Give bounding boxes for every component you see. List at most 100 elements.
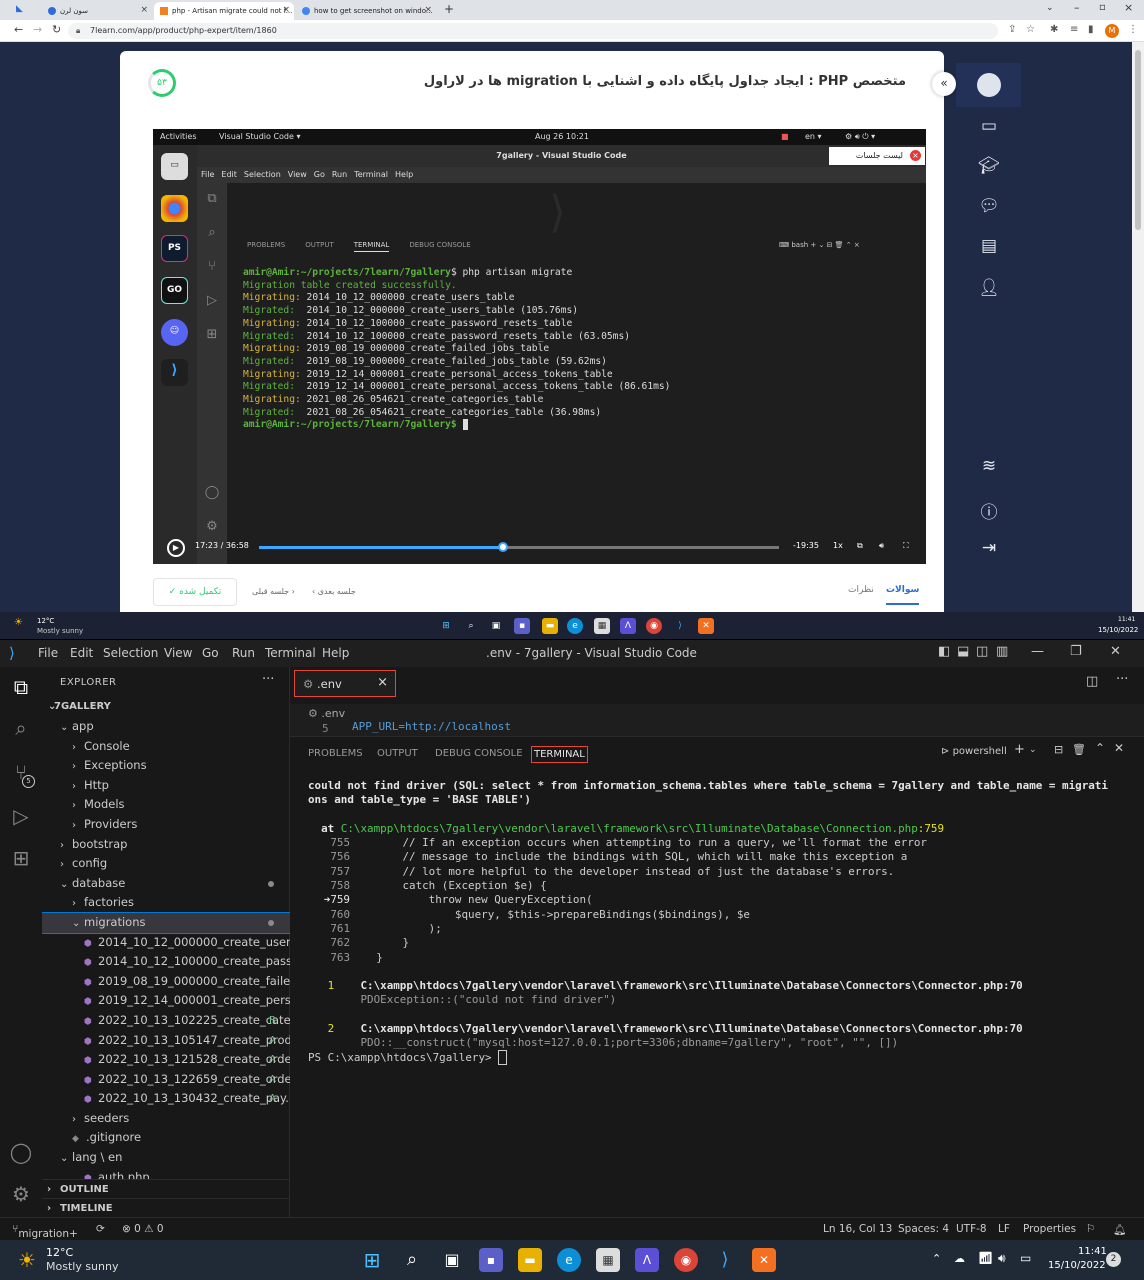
page-scrollbar[interactable] bbox=[1132, 42, 1144, 612]
forward-icon[interactable]: → bbox=[33, 23, 42, 36]
outline-section[interactable]: › OUTLINE bbox=[42, 1179, 290, 1199]
tree-file[interactable]: ⬢ 2022_10_13_122659_create_orde... A bbox=[42, 1070, 290, 1090]
terminal-shell-selector[interactable]: ⊳ powershell bbox=[941, 746, 1007, 757]
video-progress-bar[interactable] bbox=[259, 542, 779, 552]
pip-icon[interactable]: ⧉ bbox=[857, 541, 863, 551]
bookmark-star-icon[interactable]: ☆ bbox=[1026, 24, 1035, 35]
encoding-status[interactable]: UTF-8 bbox=[956, 1223, 987, 1235]
project-root[interactable]: ⌄7GALLERY bbox=[42, 697, 290, 717]
menu-terminal[interactable]: Terminal bbox=[265, 646, 316, 660]
tree-folder[interactable]: › bootstrap bbox=[42, 835, 290, 855]
settings-gear-icon[interactable]: ⚙ bbox=[8, 1181, 34, 1207]
trash-icon[interactable]: 🗑︎ bbox=[1072, 743, 1086, 756]
split-terminal-icon[interactable]: ⊟ bbox=[1054, 743, 1063, 756]
collapse-sidebar-button[interactable]: « bbox=[932, 72, 956, 96]
tab-terminal[interactable]: TERMINAL bbox=[531, 746, 588, 763]
weather-icon[interactable]: ☀ bbox=[18, 1248, 36, 1272]
logout-icon[interactable]: ⇥ bbox=[976, 538, 1002, 564]
tree-folder[interactable]: › Providers bbox=[42, 815, 290, 835]
battery-icon[interactable]: ▭ bbox=[1020, 1251, 1031, 1265]
complete-button[interactable]: ✓ تکمیل شده bbox=[153, 578, 237, 606]
tree-file[interactable]: ⬢ 2022_10_13_105147_create_prod... A bbox=[42, 1031, 290, 1051]
clock-time[interactable]: 11:41 bbox=[1078, 1246, 1107, 1257]
user-avatar-icon[interactable] bbox=[977, 73, 1001, 97]
edge-icon[interactable]: e bbox=[557, 1248, 581, 1272]
video-progress-knob[interactable] bbox=[498, 542, 509, 552]
tab-output[interactable]: OUTPUT bbox=[377, 748, 418, 759]
menu-go[interactable]: Go bbox=[202, 646, 219, 660]
split-editor-icon[interactable]: ◫ bbox=[1086, 674, 1098, 689]
minimize-icon[interactable]: – bbox=[1074, 1, 1080, 14]
volume-icon[interactable]: 🔊︎ bbox=[879, 541, 884, 551]
tree-folder[interactable]: ⌄ lang \ en bbox=[42, 1148, 290, 1168]
sync-icon[interactable]: ⟳ bbox=[96, 1223, 105, 1235]
tree-folder[interactable]: › seeders bbox=[42, 1109, 290, 1129]
onedrive-icon[interactable]: ☁ bbox=[954, 1252, 965, 1265]
feedback-icon[interactable]: ⚐ bbox=[1086, 1223, 1095, 1235]
app-icon[interactable]: Λ bbox=[635, 1248, 659, 1272]
close-icon[interactable]: × bbox=[910, 150, 921, 161]
maximize-panel-icon[interactable]: ⌃ bbox=[1095, 741, 1105, 755]
toggle-secondary-icon[interactable]: ◫ bbox=[976, 644, 988, 659]
tree-file[interactable]: ⬢ 2022_10_13_102225_create_cate... R bbox=[42, 1011, 290, 1031]
browser-menu-icon[interactable]: ◣ bbox=[16, 4, 23, 14]
tree-file[interactable]: ⬢ 2019_12_14_000001_create_personal_... bbox=[42, 991, 290, 1011]
menu-file[interactable]: File bbox=[38, 646, 58, 660]
eol-status[interactable]: LF bbox=[998, 1223, 1010, 1235]
teams-icon[interactable]: ▪ bbox=[479, 1248, 503, 1272]
tree-folder[interactable]: › Console bbox=[42, 737, 290, 757]
tray-chevron-icon[interactable]: ⌃ bbox=[932, 1252, 941, 1265]
tab-comments[interactable]: نظرات bbox=[848, 585, 874, 595]
close-icon[interactable]: × bbox=[377, 675, 388, 690]
problems-status[interactable]: ⊗ 0 ⚠ 0 bbox=[122, 1223, 164, 1235]
wifi-icon[interactable]: 📶︎ bbox=[978, 1251, 993, 1265]
tab-problems[interactable]: PROBLEMS bbox=[308, 748, 363, 759]
new-tab-button[interactable]: + bbox=[444, 2, 454, 16]
tab-questions[interactable]: سوالات bbox=[886, 585, 920, 605]
session-list-button[interactable]: لیست جلسات × bbox=[829, 147, 925, 165]
tree-file[interactable]: ⬢ 2022_10_13_130432_create_pay... A bbox=[42, 1089, 290, 1109]
menu-view[interactable]: View bbox=[164, 646, 192, 660]
restore-icon[interactable]: ❐ bbox=[1070, 644, 1082, 659]
next-session-link[interactable]: ‹ جلسه بعدی bbox=[312, 587, 356, 596]
language-status[interactable]: Properties bbox=[1023, 1223, 1076, 1235]
browser-tab-screenshot[interactable]: how to get screenshot on windo... × bbox=[296, 2, 436, 20]
menu-help[interactable]: Help bbox=[322, 646, 349, 660]
toggle-panel-icon[interactable]: ⬓ bbox=[957, 644, 969, 659]
file-explorer-icon[interactable]: ▬ bbox=[518, 1248, 542, 1272]
cursor-position[interactable]: Ln 16, Col 13 bbox=[823, 1223, 892, 1235]
toggle-sidebar-icon[interactable]: ◧ bbox=[938, 644, 950, 659]
search-icon[interactable]: ⌕ bbox=[8, 715, 34, 741]
tree-folder[interactable]: › Http bbox=[42, 776, 290, 796]
scrollbar-thumb[interactable] bbox=[1135, 50, 1141, 230]
account-icon[interactable]: ◯ bbox=[8, 1139, 34, 1165]
more-menu-icon[interactable]: ⋮ bbox=[1128, 24, 1138, 35]
document-icon[interactable]: ▤ bbox=[976, 236, 1002, 262]
extensions-icon[interactable]: ⊞ bbox=[8, 845, 34, 871]
browser-tab-php-artisan[interactable]: php - Artisan migrate could not f... × bbox=[154, 2, 294, 20]
volume-icon[interactable]: 🔊︎ bbox=[998, 1251, 1006, 1266]
graduation-cap-icon[interactable]: 🎓︎ bbox=[976, 156, 1002, 182]
fullscreen-icon[interactable]: ⛶ bbox=[903, 541, 909, 551]
menu-selection[interactable]: Selection bbox=[103, 646, 158, 660]
clock-date[interactable]: 15/10/2022 bbox=[1048, 1260, 1106, 1271]
tab-search-icon[interactable]: ⌄ bbox=[1046, 3, 1054, 13]
tree-folder[interactable]: › config bbox=[42, 854, 290, 874]
info-icon[interactable]: ⓘ bbox=[976, 498, 1002, 524]
vscode-icon[interactable]: ⟩ bbox=[713, 1248, 737, 1272]
menu-run[interactable]: Run bbox=[232, 646, 255, 660]
tree-file[interactable]: ⬢ 2014_10_12_100000_create_password... bbox=[42, 952, 290, 972]
url-input[interactable]: 🔒︎ 7learn.com/app/product/php-expert/ite… bbox=[68, 23, 998, 39]
user-edit-icon[interactable]: 👤︎ bbox=[976, 278, 1002, 304]
tree-folder[interactable]: › Exceptions bbox=[42, 756, 290, 776]
monitor-icon[interactable]: ▭ bbox=[976, 116, 1002, 142]
tab-debug-console[interactable]: DEBUG CONSOLE bbox=[435, 748, 523, 759]
notifications-icon[interactable]: 🔔︎ bbox=[1113, 1223, 1126, 1236]
close-icon[interactable]: × bbox=[424, 5, 432, 15]
more-actions-icon[interactable]: ··· bbox=[1116, 672, 1128, 687]
breadcrumb[interactable]: ⚙ .env bbox=[290, 704, 1144, 722]
store-icon[interactable]: ▦ bbox=[596, 1248, 620, 1272]
editor-line[interactable]: 5 APP_URL=http://localhost bbox=[290, 722, 1144, 736]
close-panel-icon[interactable]: ✕ bbox=[1114, 741, 1124, 755]
extensions-icon[interactable]: ✱ bbox=[1050, 24, 1058, 35]
